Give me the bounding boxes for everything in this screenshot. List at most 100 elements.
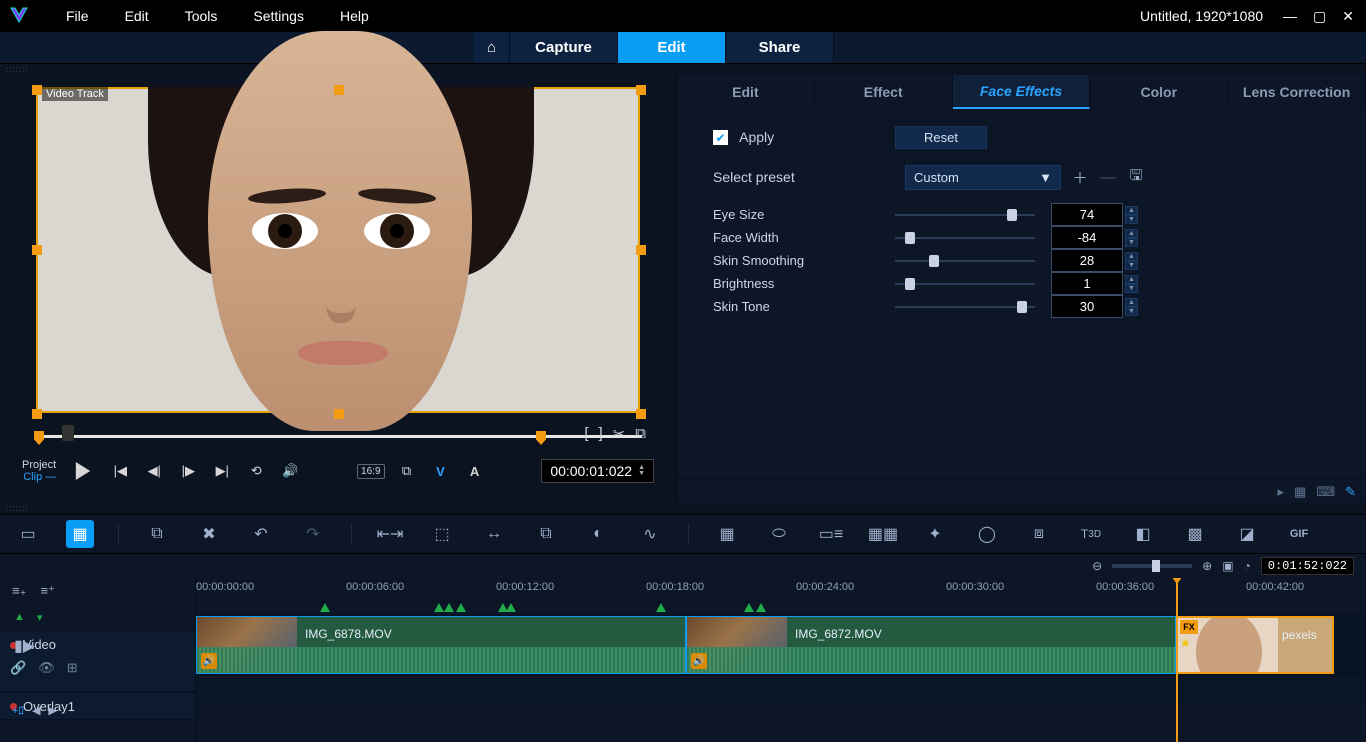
chapter-marker[interactable] (444, 603, 454, 612)
chapter-marker[interactable] (320, 603, 330, 612)
out-point-handle[interactable] (536, 431, 546, 445)
split-icon[interactable]: ✂ (613, 425, 626, 443)
tool-motion-icon[interactable]: ✦ (921, 520, 949, 548)
resize-handle[interactable] (32, 245, 42, 255)
spin-down-icon[interactable]: ▼ (1125, 284, 1138, 293)
tool-3dtitle-icon[interactable]: T3D (1077, 520, 1105, 548)
crop-icon[interactable]: ⧉ (395, 459, 419, 483)
chapter-marker[interactable] (434, 603, 444, 612)
v-toggle-icon[interactable]: V (429, 459, 453, 483)
mark-in-icon[interactable]: [ (584, 425, 588, 443)
resize-handle[interactable] (636, 245, 646, 255)
go-end-button[interactable]: ▶| (210, 459, 234, 483)
tool-crop-icon[interactable]: ⬚ (428, 520, 456, 548)
edit-tab[interactable]: Edit (618, 32, 726, 63)
spin-down-icon[interactable]: ▼ (1125, 307, 1138, 316)
slider-thumb[interactable] (1007, 209, 1017, 221)
spin-up-icon[interactable]: ▲ (1125, 252, 1138, 261)
aspect-ratio-badge[interactable]: 16:9 (357, 464, 384, 479)
tool-subtitle-icon[interactable]: ▭≡ (817, 520, 845, 548)
spin-up-icon[interactable]: ▲ (1125, 206, 1138, 215)
clock-icon[interactable]: ◔ (1244, 559, 1251, 573)
slider-thumb[interactable] (929, 255, 939, 267)
tool-trim-icon[interactable]: ⇤⇥ (376, 520, 404, 548)
tab-lens-correction[interactable]: Lens Correction (1228, 75, 1366, 109)
speaker-icon[interactable]: 🔊 (201, 653, 217, 669)
tool-track-icon[interactable]: ⧈ (1025, 520, 1053, 548)
chapter-marker[interactable] (456, 603, 466, 612)
scroll-left-icon[interactable]: ◀ (32, 704, 40, 717)
timeline-tracks-area[interactable]: 00:00:00:0000:00:06:0000:00:12:0000:00:1… (196, 578, 1366, 742)
share-tab[interactable]: Share (726, 32, 834, 63)
step-fwd-button[interactable]: |▶ (176, 459, 200, 483)
spin-down-icon[interactable]: ▼ (1125, 238, 1138, 247)
layout-icon[interactable]: ▦ (1294, 484, 1306, 500)
preview-canvas[interactable] (36, 87, 640, 413)
spin-down-icon[interactable]: ▼ (1125, 215, 1138, 224)
visibility-icon[interactable]: 👁 (38, 660, 55, 676)
tool-gif-icon[interactable]: GIF (1285, 520, 1313, 548)
tool-timeline-icon[interactable]: ▦ (66, 520, 94, 548)
tool-copy-icon[interactable]: ⧉ (143, 520, 171, 548)
menu-edit[interactable]: Edit (107, 2, 167, 30)
chapter-marker[interactable] (744, 603, 754, 612)
slider-brightness[interactable] (895, 275, 1035, 293)
tool-color-icon[interactable]: ◐ (584, 520, 612, 548)
scroll-right-icon[interactable]: ▶ (48, 704, 56, 717)
resize-handle[interactable] (334, 409, 344, 419)
markers-lane[interactable] (196, 602, 1366, 614)
track-menu-icon[interactable]: ≡₊ (12, 583, 26, 599)
apply-checkbox[interactable]: ✔ (713, 130, 728, 145)
link-icon[interactable]: 🔗 (10, 660, 26, 676)
resize-handle[interactable] (334, 85, 344, 95)
zoom-in-icon[interactable]: ⊕ (1202, 559, 1212, 573)
timeline-clip[interactable]: IMG_6878.MOV🔊 (196, 616, 686, 674)
add-preset-icon[interactable]: ＋ (1071, 167, 1089, 188)
play-button[interactable] (68, 456, 98, 486)
snapshot-icon[interactable]: ⧉ (635, 425, 646, 443)
video-track[interactable]: IMG_6878.MOV🔊IMG_6872.MOV🔊FX★pexels (196, 614, 1366, 676)
zoom-thumb[interactable] (1152, 560, 1160, 572)
slider-value[interactable]: 1 (1051, 272, 1123, 295)
tool-grid-icon[interactable]: ▦ (713, 520, 741, 548)
menu-file[interactable]: File (48, 2, 107, 30)
chapter-marker[interactable] (506, 603, 516, 612)
keyboard-icon[interactable]: ⌨ (1316, 484, 1335, 500)
slider-skin-tone[interactable] (895, 298, 1035, 316)
mute-button[interactable]: 🔊 (278, 459, 302, 483)
spin-up-icon[interactable]: ▲ (1125, 275, 1138, 284)
tab-effect[interactable]: Effect (815, 75, 953, 109)
resize-handle[interactable] (32, 409, 42, 419)
edit-panel-icon[interactable]: ✎ (1345, 484, 1356, 500)
slider-thumb[interactable] (1017, 301, 1027, 313)
slider-value[interactable]: 30 (1051, 295, 1123, 318)
tool-mask-icon[interactable]: ◧ (1129, 520, 1157, 548)
marker-up-icon[interactable]: ▲ (14, 611, 25, 623)
spin-up-icon[interactable]: ▲ (1125, 229, 1138, 238)
tool-chroma-icon[interactable]: ▩ (1181, 520, 1209, 548)
menu-tools[interactable]: Tools (167, 2, 236, 30)
tc-down-icon[interactable]: ▼ (638, 471, 645, 477)
tool-dup-icon[interactable]: ⧉ (532, 520, 560, 548)
tool-360-icon[interactable]: ◯ (973, 520, 1001, 548)
tool-blend-icon[interactable]: ⬭ (765, 520, 793, 548)
scroll-right-icon[interactable]: ▸ (1278, 484, 1285, 500)
tab-edit[interactable]: Edit (677, 75, 815, 109)
tab-color[interactable]: Color (1090, 75, 1228, 109)
slider-value[interactable]: 74 (1051, 203, 1123, 226)
menu-help[interactable]: Help (322, 2, 387, 30)
close-icon[interactable]: ✕ (1338, 6, 1358, 27)
zoom-out-icon[interactable]: ⊖ (1092, 559, 1102, 573)
resize-handle[interactable] (32, 85, 42, 95)
speaker-icon[interactable]: 🔊 (691, 653, 707, 669)
loop-button[interactable]: ⟲ (244, 459, 268, 483)
timeline-clip-selected[interactable]: FX★pexels (1176, 616, 1334, 674)
panel-grip[interactable]: ::::::: (0, 503, 1366, 514)
fit-icon[interactable]: ▣ (1222, 559, 1233, 573)
add-overlay-icon[interactable]: +ﾛ (12, 702, 24, 718)
minimize-icon[interactable]: — (1279, 6, 1301, 26)
track-menu2-icon[interactable]: ≡⁺ (40, 583, 54, 599)
capture-tab[interactable]: Capture (510, 32, 618, 63)
slider-thumb[interactable] (905, 278, 915, 290)
menu-settings[interactable]: Settings (235, 2, 322, 30)
